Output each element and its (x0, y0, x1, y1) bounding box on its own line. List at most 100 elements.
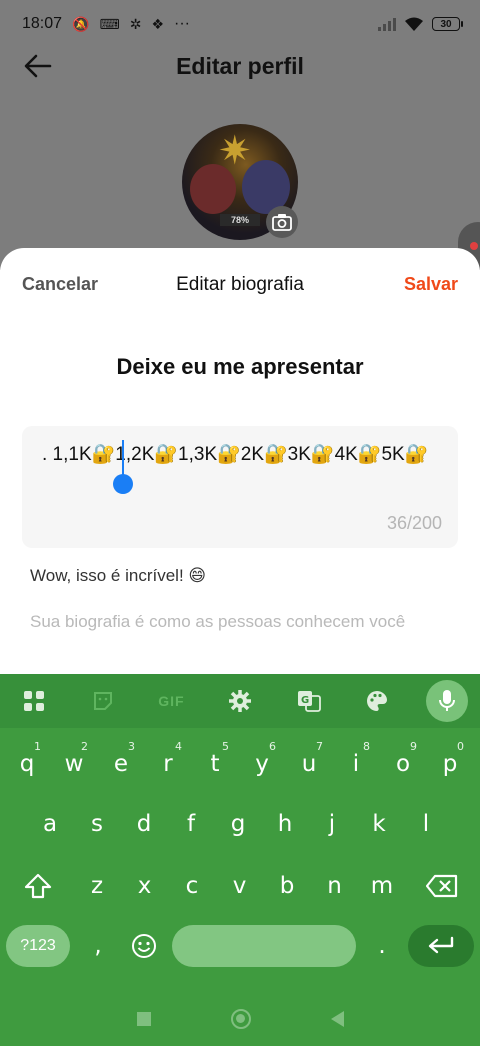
key-j[interactable]: j (308, 796, 356, 852)
key-h[interactable]: h (261, 796, 309, 852)
gif-button[interactable]: GIF (137, 674, 206, 728)
key-label: y (255, 751, 269, 777)
back-arrow-icon[interactable] (22, 50, 54, 82)
sticker-icon[interactable] (69, 674, 138, 728)
shift-key[interactable] (14, 858, 62, 914)
bio-hint: Sua biografia é como as pessoas conhecem… (30, 612, 406, 631)
recents-icon[interactable] (136, 1012, 151, 1026)
key-c[interactable]: c (168, 858, 216, 914)
key-label: x (137, 873, 152, 899)
save-button[interactable]: Salvar (404, 274, 458, 295)
key-number-hint: 5 (222, 740, 229, 753)
key-d[interactable]: d (120, 796, 168, 852)
period-key[interactable]: . (358, 918, 406, 974)
share-status-icon: ✲ (129, 16, 142, 32)
enter-key[interactable] (408, 925, 474, 967)
key-label: p (442, 751, 458, 777)
key-p[interactable]: p0 (426, 736, 474, 792)
mic-button[interactable] (411, 674, 480, 728)
key-label: v (232, 873, 247, 899)
key-u[interactable]: u7 (285, 736, 333, 792)
symbols-key[interactable]: ?123 (6, 925, 70, 967)
enter-icon (428, 936, 454, 954)
key-q[interactable]: q1 (3, 736, 51, 792)
wifi-icon (405, 17, 423, 31)
suggestion-text[interactable]: Wow, isso é incrível! 😄 (30, 566, 206, 586)
bio-input[interactable]: . 1,1K🔐1,2K🔐1,3K🔐2K🔐3K🔐4K🔐5K🔐 36/200 (22, 426, 458, 548)
key-k[interactable]: k (355, 796, 403, 852)
apps-grid-icon[interactable] (0, 674, 69, 728)
key-number-hint: 3 (128, 740, 135, 753)
key-number-hint: 9 (410, 740, 417, 753)
key-number-hint: 8 (363, 740, 370, 753)
palette-icon[interactable] (343, 674, 412, 728)
backspace-key[interactable] (418, 858, 466, 914)
key-b[interactable]: b (263, 858, 311, 914)
svg-text:G: G (301, 695, 309, 706)
key-z[interactable]: z (73, 858, 121, 914)
key-label: d (136, 811, 152, 837)
back-icon[interactable] (330, 1011, 344, 1027)
translate-icon[interactable]: G (274, 674, 343, 728)
keyboard: GIF G q1w2e3r4t5y6u7i8o9p0 asdfghjkl zxc… (0, 674, 480, 1046)
key-row-1: q1w2e3r4t5y6u7i8o9p0 (0, 736, 480, 792)
key-label: h (277, 811, 293, 837)
key-row-3: z xcv b n m (0, 858, 480, 914)
avatar-star-emblem: ✷ (218, 129, 252, 173)
settings-gear-icon[interactable] (206, 674, 275, 728)
key-e[interactable]: e3 (97, 736, 145, 792)
emoji-icon (132, 934, 156, 958)
dropbox-status-icon: ❖ (151, 16, 164, 32)
key-label: k (372, 811, 386, 837)
key-f[interactable]: f (167, 796, 215, 852)
emoji-key[interactable] (120, 918, 168, 974)
bio-input-value[interactable]: . 1,1K🔐1,2K🔐1,3K🔐2K🔐3K🔐4K🔐5K🔐 (42, 442, 442, 468)
key-t[interactable]: t5 (191, 736, 239, 792)
key-number-hint: 6 (269, 740, 276, 753)
key-label: n (327, 873, 342, 899)
key-label: b (279, 873, 295, 899)
home-icon[interactable] (230, 1009, 251, 1029)
cursor-handle[interactable] (113, 474, 133, 494)
key-label: r (163, 751, 173, 777)
comma-key[interactable]: , (74, 918, 122, 974)
key-row-2: asd fghjk l (0, 796, 480, 852)
key-g[interactable]: g (214, 796, 262, 852)
key-label: i (352, 751, 360, 777)
key-label: l (422, 811, 430, 837)
key-number-hint: 2 (81, 740, 88, 753)
key-label: w (64, 751, 84, 777)
avatar-progress-label: 78% (220, 214, 260, 226)
more-notifications: ··· (174, 15, 190, 32)
key-label: m (370, 873, 394, 899)
key-w[interactable]: w2 (50, 736, 98, 792)
change-photo-button[interactable] (266, 206, 298, 238)
key-o[interactable]: o9 (379, 736, 427, 792)
key-number-hint: 1 (34, 740, 41, 753)
key-number-hint: 7 (316, 740, 323, 753)
key-label: q (19, 751, 35, 777)
key-label: z (90, 873, 104, 899)
key-x[interactable]: x (121, 858, 169, 914)
keyboard-status-icon: ⌨ (99, 16, 120, 32)
key-r[interactable]: r4 (144, 736, 192, 792)
key-row-4: ?123 , . (0, 918, 480, 974)
camera-icon (272, 214, 292, 231)
key-m[interactable]: m (358, 858, 406, 914)
mic-icon (425, 680, 468, 722)
key-number-hint: 4 (175, 740, 182, 753)
key-label: f (186, 811, 196, 837)
key-i[interactable]: i8 (332, 736, 380, 792)
sheet-header: Cancelar Editar biografia Salvar (0, 270, 480, 302)
page-title: Editar perfil (176, 52, 304, 79)
key-y[interactable]: y6 (238, 736, 286, 792)
key-label: t (210, 751, 220, 777)
key-l[interactable]: l (402, 796, 450, 852)
key-a[interactable]: a (26, 796, 74, 852)
space-bar[interactable] (172, 925, 356, 967)
key-s[interactable]: s (73, 796, 121, 852)
signal-icon (378, 17, 396, 31)
key-label: a (42, 811, 58, 837)
key-v[interactable]: v (216, 858, 264, 914)
key-n[interactable]: n (311, 858, 359, 914)
